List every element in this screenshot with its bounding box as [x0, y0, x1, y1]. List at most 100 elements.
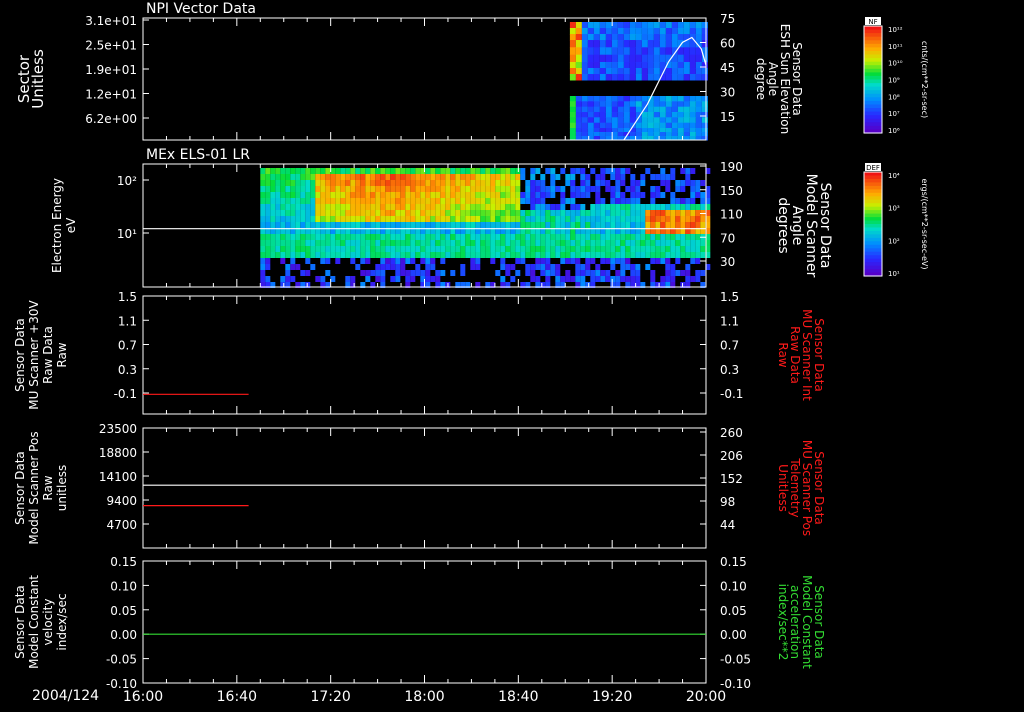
heatmap-cell: [370, 210, 376, 216]
heatmap-cell: [280, 198, 286, 204]
heatmap-cell: [495, 180, 501, 186]
heatmap-cell: [665, 47, 672, 56]
heatmap-cell: [295, 192, 301, 198]
heatmap-cell: [430, 276, 436, 282]
heatmap-cell: [330, 240, 336, 246]
heatmap-cell: [360, 198, 366, 204]
heatmap-cell: [345, 222, 351, 228]
heatmap-cell: [440, 258, 446, 264]
heatmap-cell: [677, 54, 684, 63]
y-tick-label: 10¹: [117, 227, 137, 241]
heatmap-cell: [280, 222, 286, 228]
heatmap-cell: [405, 192, 411, 198]
heatmap-cell: [585, 264, 591, 270]
heatmap-cell: [535, 204, 541, 210]
heatmap-cell: [505, 252, 511, 258]
heatmap-cell: [525, 216, 531, 222]
heatmap-cell: [569, 117, 576, 124]
heatmap-cell: [300, 240, 306, 246]
heatmap-cell: [360, 210, 366, 216]
heatmap-cell: [665, 96, 672, 102]
heatmap-cell: [415, 168, 421, 174]
heatmap-cell: [677, 68, 684, 75]
heatmap-cell: [390, 168, 396, 174]
heatmap-cell: [260, 210, 266, 216]
heatmap-cell: [675, 234, 681, 240]
heatmap-cell: [665, 204, 671, 210]
heatmap-cell: [590, 204, 596, 210]
heatmap-cell: [460, 240, 466, 246]
heatmap-cell: [355, 198, 361, 204]
heatmap-cell: [659, 117, 666, 124]
heatmap-cell: [355, 174, 361, 180]
heatmap-cell: [641, 34, 648, 41]
heatmap-cell: [275, 174, 281, 180]
heatmap-cell: [670, 204, 676, 210]
heatmap-cell: [320, 258, 326, 264]
heatmap-cell: [665, 180, 671, 186]
heatmap-cell: [360, 240, 366, 246]
heatmap-cell: [625, 222, 631, 228]
heatmap-cell: [555, 186, 561, 192]
heatmap-cell: [430, 234, 436, 240]
heatmap-cell: [340, 174, 346, 180]
heatmap-cell: [415, 270, 421, 276]
heatmap-cell: [695, 96, 702, 102]
heatmap-cell: [605, 252, 611, 258]
heatmap-cell: [653, 132, 660, 137]
heatmap-cell: [659, 28, 666, 35]
heatmap-cell: [500, 240, 506, 246]
heatmap-cell: [405, 258, 411, 264]
heatmap-cell: [365, 222, 371, 228]
heatmap-cell: [560, 252, 566, 258]
y2-tick-label: 0.7: [720, 339, 739, 353]
heatmap-cell: [683, 106, 690, 113]
y-axis-label-line: index/sec: [55, 593, 69, 650]
heatmap-cell: [505, 216, 511, 222]
heatmap-cell: [435, 252, 441, 258]
heatmap-cell: [545, 264, 551, 270]
heatmap-cell: [460, 192, 466, 198]
heatmap-cell: [350, 222, 356, 228]
heatmap-cell: [610, 192, 616, 198]
heatmap-cell: [650, 192, 656, 198]
heatmap-cell: [335, 204, 341, 210]
heatmap-cell: [470, 222, 476, 228]
colorbar-cell: [864, 36, 882, 41]
heatmap-cell: [671, 122, 678, 129]
heatmap-cell: [630, 198, 636, 204]
heatmap-cell: [315, 192, 321, 198]
heatmap-cell: [611, 122, 618, 129]
heatmap-cell: [475, 180, 481, 186]
heatmap-cell: [593, 54, 600, 63]
heatmap-cell: [295, 198, 301, 204]
heatmap-cell: [580, 246, 586, 252]
heatmap-cell: [595, 186, 601, 192]
heatmap-cell: [701, 132, 708, 137]
heatmap-cell: [625, 258, 631, 264]
heatmap-cell: [290, 276, 296, 282]
heatmap-cell: [340, 168, 346, 174]
heatmap-cell: [405, 180, 411, 186]
heatmap-cell: [290, 234, 296, 240]
heatmap-cell: [455, 234, 461, 240]
y-tick-label: 9400: [106, 494, 137, 508]
heatmap-cell: [560, 216, 566, 222]
heatmap-cell: [410, 180, 416, 186]
heatmap-cell: [455, 252, 461, 258]
heatmap-cell: [400, 168, 406, 174]
heatmap-cell: [581, 34, 588, 41]
heatmap-cell: [590, 210, 596, 216]
heatmap-cell: [665, 252, 671, 258]
heatmap-cell: [630, 222, 636, 228]
heatmap-cell: [350, 234, 356, 240]
heatmap-cell: [425, 258, 431, 264]
heatmap-cell: [671, 112, 678, 118]
heatmap-cell: [653, 112, 660, 118]
heatmap-cell: [485, 180, 491, 186]
heatmap-cell: [530, 186, 536, 192]
heatmap-cell: [345, 210, 351, 216]
heatmap-cell: [685, 234, 691, 240]
heatmap-cell: [665, 276, 671, 282]
heatmap-cell: [500, 204, 506, 210]
